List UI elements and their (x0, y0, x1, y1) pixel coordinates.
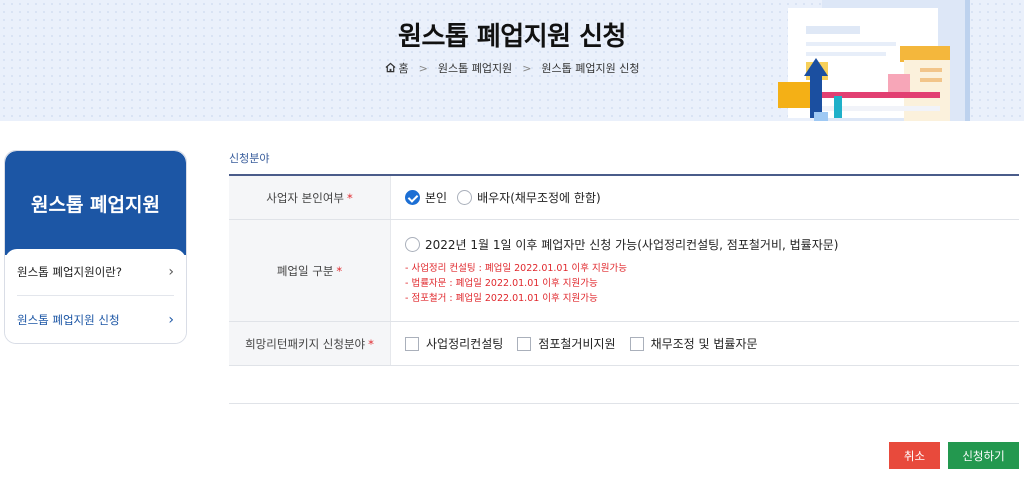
radio-option-spouse[interactable]: 배우자(채무조정에 한함) (457, 189, 601, 206)
form-row-empty (229, 366, 1019, 404)
breadcrumb-home-label: 홈 (398, 62, 409, 75)
required-mark: * (336, 263, 343, 278)
form-row-package: 희망리턴패키지 신청분야 * 사업정리컨설팅 점포철거비지원 채무조정 및 법률자… (229, 322, 1019, 366)
application-form-table: 사업자 본인여부 * 본인 배우자(채무조정에 한함) 폐업일 구분 * 2022년… (229, 174, 1019, 404)
row-content: 사업정리컨설팅 점포철거비지원 채무조정 및 법률자문 (391, 322, 1019, 365)
radio-option-self[interactable]: 본인 (405, 189, 447, 206)
notice-text: - 점포철거 : 폐업일 2022.01.01 이후 지원가능 (405, 292, 598, 304)
option-label: 점포철거비지원 (538, 337, 616, 351)
sidebar-title: 원스톱 폐업지원 (5, 151, 186, 255)
sidebar-item-about[interactable]: 원스톱 폐업지원이란? › (17, 249, 174, 296)
option-label: 사업정리컨설팅 (426, 337, 504, 351)
breadcrumb-home[interactable]: 홈 (385, 60, 409, 76)
sidebar-menu: 원스톱 폐업지원이란? › 원스톱 폐업지원 신청 › (5, 249, 186, 343)
breadcrumb: 홈 > 원스톱 폐업지원 > 원스톱 폐업지원 신청 (0, 60, 1024, 76)
row-label-empty (229, 366, 391, 403)
row-content: 본인 배우자(채무조정에 한함) (391, 176, 1019, 219)
breadcrumb-separator-icon: > (418, 61, 428, 75)
form-row-closure-date: 폐업일 구분 * 2022년 1월 1일 이후 폐업자만 신청 가능(사업정리컨설… (229, 220, 1019, 322)
sidebar-item-apply[interactable]: 원스톱 폐업지원 신청 › (17, 296, 174, 343)
breadcrumb-item-closure-support[interactable]: 원스톱 폐업지원 (438, 60, 512, 76)
row-label: 폐업일 구분 * (229, 220, 391, 321)
row-content: 2022년 1월 1일 이후 폐업자만 신청 가능(사업정리컨설팅, 점포철거비… (391, 220, 1019, 321)
required-mark: * (368, 336, 374, 351)
checkbox-icon[interactable] (517, 336, 532, 351)
home-icon (385, 62, 395, 73)
sidebar: 원스톱 폐업지원 원스톱 폐업지원이란? › 원스톱 폐업지원 신청 › (4, 150, 187, 344)
radio-checked-icon[interactable] (405, 190, 420, 205)
page-title: 원스톱 폐업지원 신청 (398, 22, 626, 52)
chevron-right-icon: › (168, 311, 174, 328)
breadcrumb-item-closure-apply[interactable]: 원스톱 폐업지원 신청 (541, 60, 639, 76)
option-label: 2022년 1월 1일 이후 폐업자만 신청 가능(사업정리컨설팅, 점포철거비… (425, 237, 839, 252)
checkbox-option-debt-legal[interactable]: 채무조정 및 법률자문 (629, 335, 758, 352)
sidebar-item-label: 원스톱 폐업지원이란? (17, 265, 122, 279)
notice-text: - 사업정리 컨설팅 : 폐업일 2022.01.01 이후 지원가능 (405, 262, 628, 274)
checkbox-icon[interactable] (629, 336, 644, 351)
sidebar-item-label: 원스톱 폐업지원 신청 (17, 312, 120, 327)
form-row-owner: 사업자 본인여부 * 본인 배우자(채무조정에 한함) (229, 176, 1019, 220)
row-label-text: 폐업일 구분 (276, 263, 334, 278)
option-label: 본인 (425, 191, 448, 205)
chevron-right-icon: › (168, 264, 174, 280)
checkbox-option-consulting[interactable]: 사업정리컨설팅 (405, 335, 503, 352)
breadcrumb-separator-icon: > (522, 61, 532, 75)
section-label: 신청분야 (229, 152, 270, 165)
row-label: 희망리턴패키지 신청분야 * (229, 322, 391, 365)
checkbox-option-demolition[interactable]: 점포철거비지원 (517, 335, 616, 352)
row-content-empty (391, 366, 1019, 403)
radio-unchecked-icon[interactable] (457, 190, 473, 205)
apply-button[interactable]: 신청하기 (948, 442, 1019, 469)
option-label: 채무조정 및 법률자문 (650, 337, 758, 351)
notice-text: - 법률자문 : 폐업일 2022.01.01 이후 지원가능 (405, 277, 598, 289)
row-label-text: 사업자 본인여부 (266, 190, 344, 205)
checkbox-icon[interactable] (405, 336, 419, 351)
required-mark: * (346, 190, 353, 205)
option-label: 배우자(채무조정에 한함) (477, 191, 601, 205)
row-label: 사업자 본인여부 * (229, 176, 391, 219)
radio-option-after-2022[interactable]: 2022년 1월 1일 이후 폐업자만 신청 가능(사업정리컨설팅, 점포철거비… (405, 236, 838, 253)
cancel-button[interactable]: 취소 (889, 442, 940, 469)
radio-unchecked-icon[interactable] (405, 236, 420, 252)
page-banner: 원스톱 폐업지원 신청 홈 > 원스톱 폐업지원 > 원스톱 폐업지원 신청 (0, 0, 1024, 121)
row-label-text: 희망리턴패키지 신청분야 (245, 336, 366, 351)
